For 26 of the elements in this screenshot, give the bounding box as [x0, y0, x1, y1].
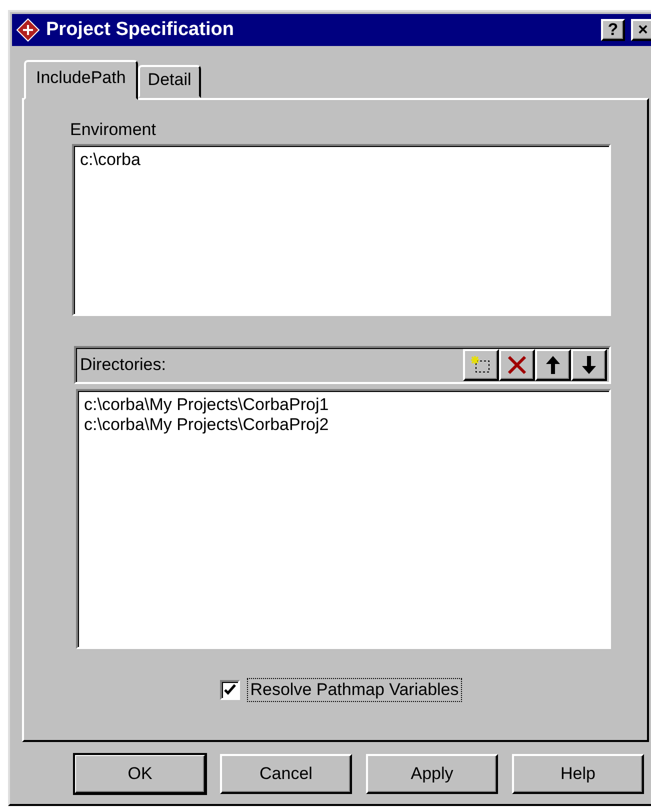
apply-button[interactable]: Apply: [366, 754, 498, 794]
down-tool-button[interactable]: [571, 349, 607, 381]
up-arrow-icon: [545, 355, 561, 375]
app-icon: [16, 18, 40, 42]
delete-tool-button[interactable]: [499, 349, 535, 381]
tab[interactable]: Detail: [138, 65, 202, 98]
tab[interactable]: IncludePath: [24, 60, 138, 100]
list-item[interactable]: c:\corba\My Projects\CorbaProj1: [84, 395, 329, 415]
environment-label: Enviroment: [70, 120, 156, 140]
down-arrow-icon: [581, 355, 597, 375]
new-tool-button[interactable]: [463, 349, 499, 381]
close-button[interactable]: ×: [631, 19, 651, 41]
up-tool-button[interactable]: [535, 349, 571, 381]
help-button[interactable]: Help: [512, 754, 644, 794]
checkbox-label[interactable]: Resolve Pathmap Variables: [248, 679, 461, 701]
environment-field[interactable]: c:\corba: [72, 144, 611, 316]
new-item-icon: [470, 355, 492, 375]
ok-button[interactable]: OK: [74, 754, 206, 794]
checkmark-icon: [223, 683, 238, 697]
checkbox[interactable]: [220, 680, 240, 700]
window-title: Project Specification: [46, 19, 235, 41]
help-button[interactable]: ?: [601, 19, 625, 41]
directories-label: Directories:: [80, 355, 167, 375]
list-item[interactable]: c:\corba\My Projects\CorbaProj2: [84, 415, 329, 435]
delete-icon: [507, 355, 527, 375]
cancel-button[interactable]: Cancel: [220, 754, 352, 794]
